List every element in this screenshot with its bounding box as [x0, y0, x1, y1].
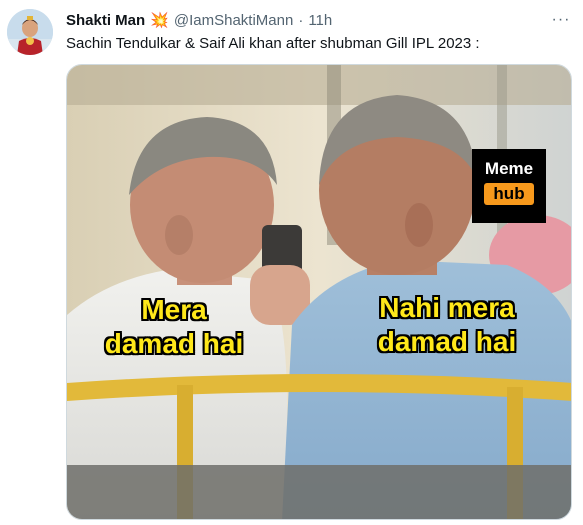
- more-options-button[interactable]: ···: [548, 9, 574, 31]
- caption-left-line2: damad hai: [104, 328, 244, 359]
- separator-dot: ·: [298, 11, 304, 29]
- user-handle[interactable]: @IamShaktiMann: [174, 12, 293, 29]
- logo-text-hub: hub: [484, 183, 534, 205]
- caption-left-line1: Mera: [141, 294, 207, 325]
- tweet-header: Shakti Man 💥 @IamShaktiMann · 11h: [66, 10, 332, 30]
- logo-text-meme: Meme: [484, 159, 534, 178]
- display-name[interactable]: Shakti Man: [66, 12, 145, 29]
- caption-right-line2: damad hai: [377, 326, 517, 357]
- tweet[interactable]: Shakti Man 💥 @IamShaktiMann · 11h ··· Sa…: [0, 0, 583, 525]
- timestamp[interactable]: 11h: [308, 12, 332, 29]
- explosion-emoji-icon: 💥: [150, 12, 169, 29]
- meme-hub-logo: Meme hub: [472, 149, 546, 223]
- caption-left: Mera damad hai: [79, 293, 269, 361]
- caption-right-line1: Nahi mera: [379, 292, 515, 323]
- tweet-media[interactable]: Meme hub Mera damad hai Nahi mera damad …: [66, 64, 572, 520]
- tweet-text: Sachin Tendulkar & Saif Ali khan after s…: [66, 35, 480, 52]
- more-horizontal-icon: ···: [551, 11, 571, 28]
- avatar-image: [7, 9, 53, 55]
- avatar[interactable]: [7, 9, 53, 55]
- caption-right: Nahi mera damad hai: [352, 291, 542, 359]
